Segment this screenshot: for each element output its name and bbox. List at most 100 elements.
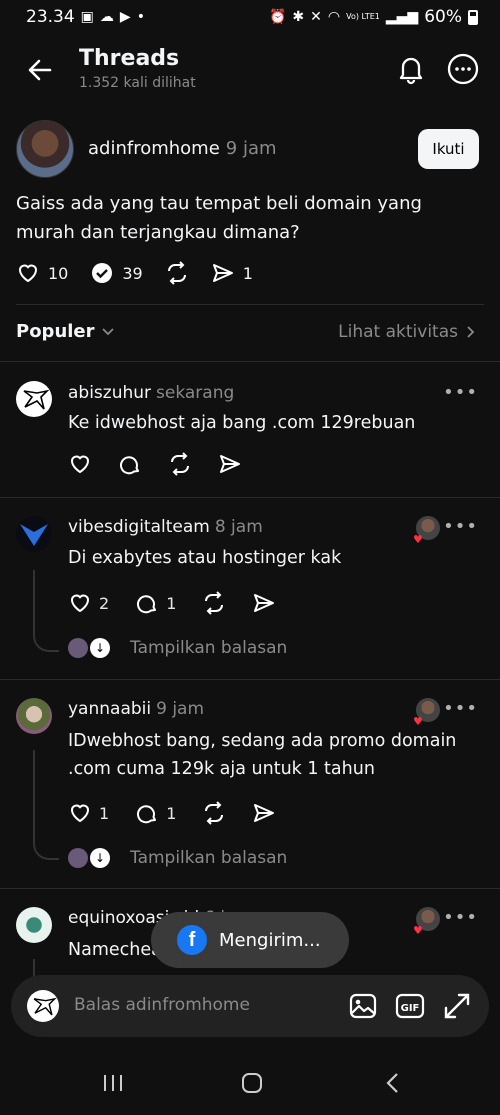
reply-time: 8 jam <box>214 517 263 537</box>
avatar <box>68 848 88 868</box>
heart-icon <box>70 804 90 823</box>
more-icon[interactable]: ••• <box>443 516 478 537</box>
reply-text: Di exabytes atau hostinger kak <box>68 548 342 568</box>
signal-icon: ▂▄▆ <box>385 9 419 25</box>
repost-button[interactable] <box>168 452 192 476</box>
show-replies-button[interactable]: ↓ Tampilkan balasan <box>68 848 287 868</box>
back-arrow-icon[interactable] <box>24 54 56 86</box>
arrow-down-icon: ↓ <box>90 638 110 658</box>
avatar[interactable] <box>16 381 52 417</box>
comment-button[interactable] <box>118 452 142 476</box>
gif-icon[interactable]: GIF <box>395 991 425 1021</box>
like-button[interactable]: 10 <box>16 261 68 285</box>
share-button[interactable] <box>252 591 276 615</box>
reply-author[interactable]: abiszuhur sekarang <box>68 383 234 403</box>
divider <box>0 497 500 498</box>
share-button[interactable]: 1 <box>211 261 253 285</box>
cloud-icon: ☁ <box>99 9 114 25</box>
network-type: Vo) LTE1 <box>346 12 380 21</box>
reply-actions: 1 1 <box>68 801 302 825</box>
send-icon <box>254 804 275 822</box>
expand-icon[interactable] <box>442 991 472 1021</box>
repost-button[interactable] <box>202 801 226 825</box>
bell-icon[interactable] <box>394 52 428 86</box>
reply-actions <box>68 452 268 476</box>
more-icon[interactable]: ••• <box>443 698 478 719</box>
gallery-icon: ▣ <box>80 9 94 25</box>
reply-count: 39 <box>122 263 143 283</box>
like-count: 10 <box>48 263 69 283</box>
author-name[interactable]: adinfromhome <box>88 138 220 159</box>
like-button[interactable]: 2 <box>68 591 109 615</box>
view-activity-link[interactable]: Lihat aktivitas <box>338 322 476 342</box>
heart-icon <box>70 594 90 613</box>
facebook-icon: f <box>177 925 207 955</box>
reply-button[interactable]: 39 <box>90 261 143 285</box>
reply-input[interactable]: Balas adinfromhome <box>74 995 250 1015</box>
avatar[interactable] <box>16 698 52 734</box>
author-name[interactable]: vibesdigitalteam <box>68 517 210 537</box>
share-count: 1 <box>242 263 253 283</box>
like-button[interactable]: 1 <box>68 801 109 825</box>
image-icon[interactable] <box>348 991 378 1021</box>
follow-button[interactable]: Ikuti <box>418 129 479 169</box>
wifi-icon: ◠ <box>327 9 341 25</box>
post-text: Gaiss ada yang tau tempat beli domain ya… <box>16 193 422 243</box>
like-button[interactable] <box>68 452 92 476</box>
author-name[interactable]: abiszuhur <box>68 383 151 403</box>
repost-button[interactable] <box>165 261 189 285</box>
comment-icon <box>119 456 139 475</box>
comment-button[interactable]: 1 <box>135 801 176 825</box>
activity-label: Lihat aktivitas <box>338 322 458 342</box>
post-author[interactable]: adinfromhome 9 jam <box>88 138 277 159</box>
sending-toast: f Mengirim... <box>151 912 349 968</box>
battery-icon <box>468 9 478 25</box>
more-options-icon[interactable] <box>446 52 480 86</box>
toast-label: Mengirim... <box>219 929 321 951</box>
chevron-right-icon <box>467 326 475 338</box>
send-icon <box>212 264 233 282</box>
more-icon[interactable]: ••• <box>443 907 478 928</box>
show-replies-label: Tampilkan balasan <box>130 848 288 868</box>
avatar[interactable] <box>16 120 74 178</box>
dot-icon: • <box>136 9 145 25</box>
share-button[interactable] <box>252 801 276 825</box>
repost-icon <box>205 591 224 615</box>
chevron-down-icon <box>101 327 114 335</box>
arrow-down-icon: ↓ <box>90 848 110 868</box>
view-count: 1.352 kali dilihat <box>79 75 196 91</box>
like-count: 1 <box>99 803 110 823</box>
reply-actions: 2 1 <box>68 591 302 615</box>
thread-connector <box>33 838 59 860</box>
reply-composer[interactable]: Balas adinfromhome GIF <box>11 975 489 1037</box>
more-icon[interactable]: ••• <box>443 382 478 403</box>
like-count: 2 <box>99 593 110 613</box>
verified-comment-icon <box>92 263 113 283</box>
post-time: 9 jam <box>225 138 277 159</box>
home-icon[interactable] <box>239 1070 265 1096</box>
avatar[interactable] <box>16 516 52 552</box>
clock: 23.34 <box>26 7 75 27</box>
show-replies-label: Tampilkan balasan <box>130 638 288 658</box>
reply-author[interactable]: yannaabii 9 jam <box>68 699 204 719</box>
mute-icon: ✕ <box>310 9 322 25</box>
show-replies-button[interactable]: ↓ Tampilkan balasan <box>68 638 287 658</box>
comment-button[interactable]: 1 <box>135 591 176 615</box>
author-name[interactable]: yannaabii <box>68 699 151 719</box>
sort-dropdown[interactable]: Populer <box>16 321 115 342</box>
page-title: Threads <box>79 46 180 71</box>
heart-icon <box>70 455 90 474</box>
status-bar: 23.34 ▣ ☁ ▶ • ⏰ ✱ ✕ ◠ Vo) LTE1 ▂▄▆ 60% <box>0 0 500 34</box>
repost-button[interactable] <box>202 591 226 615</box>
alarm-icon: ⏰ <box>268 9 287 25</box>
reply-text: Ke idwebhost aja bang .com 129rebuan <box>68 413 416 433</box>
recent-apps-icon[interactable] <box>100 1070 126 1096</box>
share-button[interactable] <box>218 452 242 476</box>
avatar[interactable] <box>16 907 52 943</box>
reply-author[interactable]: vibesdigitalteam 8 jam <box>68 517 263 537</box>
bluetooth-icon: ✱ <box>292 9 305 25</box>
app-bar: Threads 1.352 kali dilihat <box>0 40 500 104</box>
youtube-icon: ▶ <box>119 9 131 25</box>
back-icon[interactable] <box>380 1070 406 1096</box>
comment-icon <box>137 595 157 614</box>
